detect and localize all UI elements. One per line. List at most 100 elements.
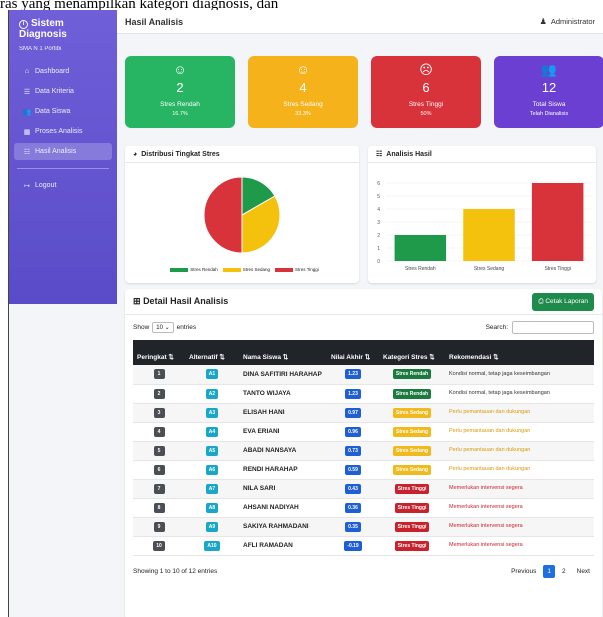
alternative-cell: A5 xyxy=(185,441,239,461)
score-badge: 0.73 xyxy=(345,445,361,456)
stat-sub: 50% xyxy=(420,111,432,117)
sidebar-divider xyxy=(17,168,109,169)
stress-category-badge: Stres Tinggi xyxy=(394,502,430,513)
detail-title-text: Detail Hasil Analisis xyxy=(143,296,229,306)
sidebar-item-hasil-analisis[interactable]: ☷ Hasil Analisis xyxy=(14,143,112,160)
student-name: SAKIYA RAHMADANI xyxy=(239,517,327,537)
sidebar-item-proses-analisis[interactable]: ▦ Proses Analisis xyxy=(14,123,112,140)
y-tick-label: 3 xyxy=(377,220,380,226)
column-header-peringkat[interactable]: Peringkat ⇅ xyxy=(133,340,185,365)
recommendation-cell: Perlu pemantauan dan dukungan xyxy=(445,422,594,442)
sort-icon: ⇅ xyxy=(166,354,174,361)
print-report-button[interactable]: ⎙ Cetak Laporan xyxy=(532,292,594,311)
student-name: TANTO WIJAYA xyxy=(239,384,327,404)
stress-category-badge: Stres Rendah xyxy=(392,369,432,380)
table-header-row: Peringkat ⇅ Alternatif ⇅ Nama Siswa ⇅ Nilai… xyxy=(133,340,594,365)
table-row: 7 A7 NILA SARI 0.43 Stres Tinggi Memerlukan i… xyxy=(133,479,594,499)
rank-badge: 1 xyxy=(153,369,165,380)
column-header-label: Nama Siswa xyxy=(243,354,281,361)
pie-legend: Stres Rendah Stres Sedang Stres Tinggi xyxy=(125,267,359,272)
score-badge: 0.36 xyxy=(345,502,361,513)
sidebar-item-label: Proses Analisis xyxy=(35,128,83,135)
pagination-previous[interactable]: Previous xyxy=(507,565,540,578)
alternative-badge: A10 xyxy=(204,540,220,551)
home-icon: ⌂ xyxy=(24,68,30,75)
sidebar-item-dashboard[interactable]: ⌂ Dashboard xyxy=(14,63,112,80)
stress-category-badge: Stres Sedang xyxy=(393,464,431,475)
score-cell: 0.43 xyxy=(327,479,379,499)
entries-control: Show 10 ⌄ entries xyxy=(133,322,196,333)
legend-label: Stres Sedang xyxy=(242,267,271,272)
table-row: 10 A10 AFLI RAMADAN -0.19 Stres Tinggi Memerl… xyxy=(133,536,594,556)
pie-slice-stres-tinggi xyxy=(203,176,243,254)
sort-icon: ⇅ xyxy=(362,354,371,361)
alternative-cell: A10 xyxy=(185,536,239,556)
stress-category-badge: Stres Sedang xyxy=(393,426,431,437)
chart-list-icon: ☷ xyxy=(376,151,383,158)
category-cell: Stres Tinggi xyxy=(379,536,445,556)
pagination-page-2[interactable]: 2 xyxy=(558,565,570,578)
score-badge: 0.59 xyxy=(345,464,361,475)
legend-swatch xyxy=(222,267,241,272)
sidebar-item-label: Logout xyxy=(35,182,57,189)
stress-category-badge: Stres Sedang xyxy=(393,407,431,418)
print-report-label: Cetak Laporan xyxy=(545,297,588,305)
y-tick-label: 6 xyxy=(377,181,380,187)
search-label: Search: xyxy=(485,324,508,332)
column-header-label: Kategori Stres xyxy=(383,354,428,361)
stat-label: Stres Rendah xyxy=(160,101,200,108)
column-header-kategori-stres[interactable]: Kategori Stres ⇅ xyxy=(379,340,445,365)
pagination-next[interactable]: Next xyxy=(573,565,594,578)
rank-cell: 7 xyxy=(133,479,185,499)
stress-category-badge: Stres Tinggi xyxy=(394,483,430,494)
calculator-icon: ▦ xyxy=(23,128,31,136)
column-header-nama-siswa[interactable]: Nama Siswa ⇅ xyxy=(239,340,327,365)
entries-select-value: 10 xyxy=(156,325,163,331)
bar-panel-title: Analisis Hasil xyxy=(386,150,432,158)
results-table: Peringkat ⇅ Alternatif ⇅ Nama Siswa ⇅ Nilai… xyxy=(133,340,594,556)
column-header-nilai-akhir[interactable]: Nilai Akhir ⇅ xyxy=(327,340,379,365)
score-cell: 0.96 xyxy=(327,422,379,442)
meh-icon: ☺ xyxy=(296,62,310,77)
frown-icon: ☹ xyxy=(419,62,433,77)
table-row: 4 A4 EVA ERIANI 0.96 Stres Sedang Perlu peman… xyxy=(133,422,594,442)
y-tick-label: 2 xyxy=(377,233,380,239)
list-icon: ☰ xyxy=(23,88,31,96)
score-cell: 0.59 xyxy=(327,460,379,480)
y-tick-label: 4 xyxy=(377,207,380,213)
sidebar-item-label: Hasil Analisis xyxy=(35,148,77,155)
bar-chart: 0 1 2 3 4 5 6 Stres Rendah Stres Sedang Stres Tin… xyxy=(377,181,592,272)
stat-card-stres-sedang: ☺ 4 Stres Sedang 33.3% xyxy=(248,56,358,128)
table-row: 6 A6 RENDI HARAHAP 0.59 Stres Sedang Perlu pe… xyxy=(133,460,594,480)
student-name: DINA SAFITIRI HARAHAP xyxy=(239,365,327,385)
pagination-page-1[interactable]: 1 xyxy=(543,564,555,578)
smile-icon: ☺ xyxy=(173,62,187,77)
x-tick-label: Stres Sedang xyxy=(474,266,505,272)
stat-value: 12 xyxy=(541,80,557,95)
column-header-alternatif[interactable]: Alternatif ⇅ xyxy=(185,340,239,365)
bar-stres-rendah xyxy=(394,235,447,261)
stat-sub: 16.7% xyxy=(172,111,188,117)
detail-panel: ⊞ Detail Hasil Analisis ⎙ Cetak Laporan … xyxy=(125,289,602,617)
entries-select[interactable]: 10 ⌄ xyxy=(152,322,174,333)
pie-panel: ◕ Distribusi Tingkat Stres Stres Rendah S… xyxy=(125,146,359,283)
column-header-rekomendasi[interactable]: Rekomendasi ⇅ xyxy=(445,340,594,365)
rank-cell: 1 xyxy=(133,365,185,385)
stat-label: Total Siswa xyxy=(532,101,566,108)
search-control: Search: xyxy=(486,321,594,334)
sidebar-item-logout[interactable]: ↦ Logout xyxy=(14,177,112,194)
stat-sub: 33.3% xyxy=(295,111,311,117)
column-header-label: Rekomendasi xyxy=(449,354,492,361)
user-menu[interactable]: ♟ Administrator xyxy=(540,17,595,26)
sidebar-item-data-siswa[interactable]: 👥 Data Siswa xyxy=(14,103,112,120)
alternative-badge: A8 xyxy=(205,502,219,513)
column-header-label: Nilai Akhir xyxy=(331,354,363,361)
search-input[interactable] xyxy=(512,321,594,334)
rank-badge: 8 xyxy=(153,502,165,513)
rank-badge: 2 xyxy=(153,388,165,399)
score-cell: 0.73 xyxy=(327,441,379,461)
alternative-badge: A1 xyxy=(205,369,219,380)
sidebar-item-data-kriteria[interactable]: ☰ Data Kriteria xyxy=(14,83,112,100)
sidebar-nav: ⌂ Dashboard ☰ Data Kriteria 👥 Data Siswa ▦ Pros… xyxy=(9,63,117,160)
stress-category-badge: Stres Tinggi xyxy=(394,540,430,551)
